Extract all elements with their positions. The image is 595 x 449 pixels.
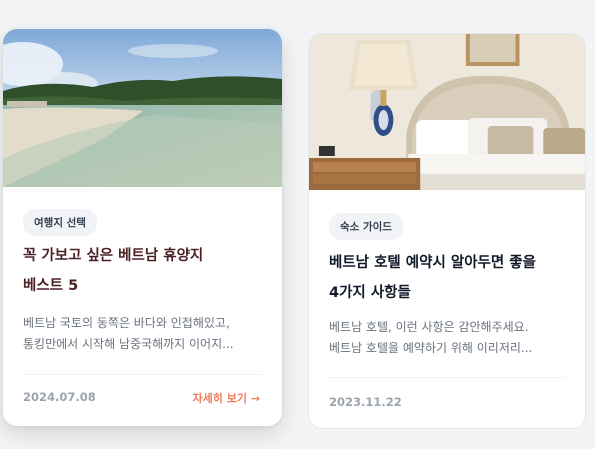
beach-photo (3, 29, 282, 187)
article-title[interactable]: 꼭 가보고 싶은 베트남 휴양지 베스트 5 (23, 241, 263, 301)
article-title-line: 4가지 사항들 (329, 285, 411, 301)
article-date: 2023.11.22 (329, 395, 402, 409)
article-date: 2024.07.08 (23, 390, 96, 404)
read-more-link[interactable]: 자세히 보기 → (193, 390, 260, 406)
excerpt-line: 베트남 호텔을 예약하기 위해 이리저리... (329, 341, 533, 355)
divider (23, 374, 262, 375)
category-tag: 숙소 가이드 (329, 213, 403, 240)
article-title-line: 베스트 5 (23, 278, 79, 294)
hotel-room-photo (309, 34, 585, 190)
excerpt-line: 베트남 국토의 동쪽은 바다와 인접해있고, (23, 316, 230, 330)
excerpt-line: 통킹만에서 시작해 남중국해까지 이어지... (23, 337, 234, 351)
article-title-line: 베트남 호텔 예약시 알아두면 좋을 (329, 255, 536, 271)
article-excerpt: 베트남 호텔, 이런 사항은 감안해주세요. 베트남 호텔을 예약하기 위해 이… (329, 317, 569, 359)
article-title[interactable]: 베트남 호텔 예약시 알아두면 좋을 4가지 사항들 (329, 248, 569, 308)
article-card-vietnam-resorts[interactable]: 여행지 선택 꼭 가보고 싶은 베트남 휴양지 베스트 5 베트남 국토의 동쪽… (3, 29, 282, 426)
divider (329, 377, 565, 378)
article-title-line: 꼭 가보고 싶은 베트남 휴양지 (23, 248, 204, 264)
article-card-hotel-tips[interactable]: 숙소 가이드 베트남 호텔 예약시 알아두면 좋을 4가지 사항들 베트남 호텔… (308, 33, 586, 429)
article-excerpt: 베트남 국토의 동쪽은 바다와 인접해있고, 통킹만에서 시작해 남중국해까지 … (23, 313, 263, 355)
category-tag: 여행지 선택 (23, 209, 97, 236)
excerpt-line: 베트남 호텔, 이런 사항은 감안해주세요. (329, 320, 529, 334)
